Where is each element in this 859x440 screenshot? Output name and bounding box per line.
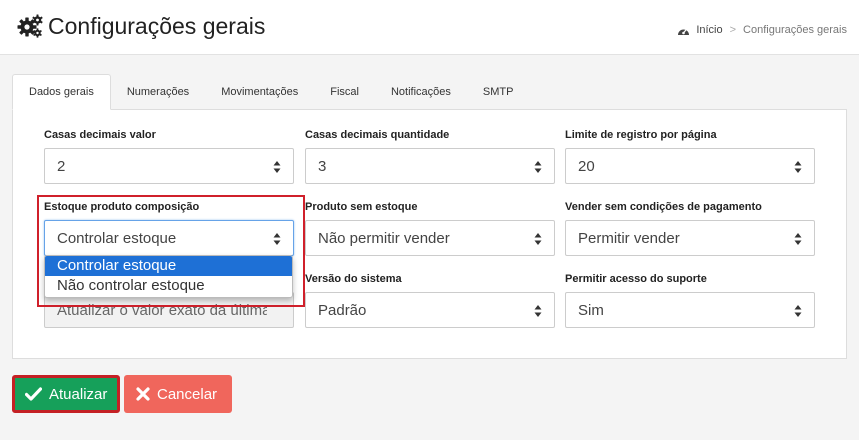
updown-arrows-icon [273,161,281,173]
field-limite-registro: Limite de registro por página 20 [565,128,815,184]
page-title-area: Configurações gerais [16,12,265,40]
breadcrumb-current: Configurações gerais [743,24,847,36]
tab-dados-gerais[interactable]: Dados gerais [12,74,111,110]
breadcrumb-home-link[interactable]: Início [696,24,722,36]
page-header: Configurações gerais Início > Configuraç… [0,0,859,55]
tab-movimentacoes[interactable]: Movimentações [205,74,314,110]
field-label: Limite de registro por página [565,129,717,141]
update-button[interactable]: Atualizar [12,375,120,413]
produto-sem-estoque-select[interactable]: Não permitir vender [305,220,555,256]
tab-notificacoes[interactable]: Notificações [375,74,467,110]
updown-arrows-icon [794,161,802,173]
casas-decimais-quantidade-select[interactable]: 3 [305,148,555,184]
updown-arrows-icon [534,305,542,317]
field-versao-sistema: Versão do sistema Padrão [305,272,555,328]
update-button-label: Atualizar [49,385,108,403]
acesso-suporte-select[interactable]: Sim [565,292,815,328]
limite-registro-select[interactable]: 20 [565,148,815,184]
field-label: Casas decimais quantidade [305,129,450,141]
field-vender-sem-condicoes: Vender sem condições de pagamento Permit… [565,200,815,256]
estoque-composicao-dropdown: Controlar estoque Não controlar estoque [44,255,293,298]
updown-arrows-icon [794,233,802,245]
tab-numeracoes[interactable]: Numerações [111,74,205,110]
vender-sem-condicoes-select[interactable]: Permitir vender [565,220,815,256]
dropdown-option-controlar-estoque[interactable]: Controlar estoque [45,256,292,276]
tab-smtp[interactable]: SMTP [467,74,530,110]
select-value: 3 [318,157,327,175]
updown-arrows-icon [534,233,542,245]
casas-decimais-valor-select[interactable]: 2 [44,148,294,184]
field-label: Permitir acesso do suporte [565,273,707,285]
tab-fiscal[interactable]: Fiscal [314,74,375,110]
breadcrumb-separator: > [729,24,737,36]
check-icon [25,387,42,401]
updown-arrows-icon [534,161,542,173]
field-label: Casas decimais valor [44,129,156,141]
field-label: Produto sem estoque [305,201,418,213]
close-icon [136,387,150,401]
field-casas-decimais-quantidade: Casas decimais quantidade 3 [305,128,555,184]
field-label: Vender sem condições de pagamento [565,201,762,213]
select-value: 20 [578,157,595,175]
field-acesso-suporte: Permitir acesso do suporte Sim [565,272,815,328]
breadcrumb: Início > Configurações gerais [677,24,847,36]
tab-bar: Dados gerais Numerações Movimentações Fi… [12,74,847,110]
select-value: Não permitir vender [318,229,450,247]
updown-arrows-icon [794,305,802,317]
cancel-button[interactable]: Cancelar [124,375,232,413]
select-value: Padrão [318,301,367,319]
select-value: Sim [578,301,604,319]
versao-sistema-select[interactable]: Padrão [305,292,555,328]
field-label: Versão do sistema [305,273,402,285]
cancel-button-label: Cancelar [157,385,218,403]
gears-icon [17,14,43,38]
select-value: 2 [57,157,66,175]
page-title: Configurações gerais [48,12,266,39]
dropdown-option-nao-controlar-estoque[interactable]: Não controlar estoque [45,276,292,296]
dashboard-icon [678,28,690,35]
select-value: Permitir vender [578,229,680,247]
field-casas-decimais-valor: Casas decimais valor 2 [44,128,294,184]
field-produto-sem-estoque: Produto sem estoque Não permitir vender [305,200,555,256]
